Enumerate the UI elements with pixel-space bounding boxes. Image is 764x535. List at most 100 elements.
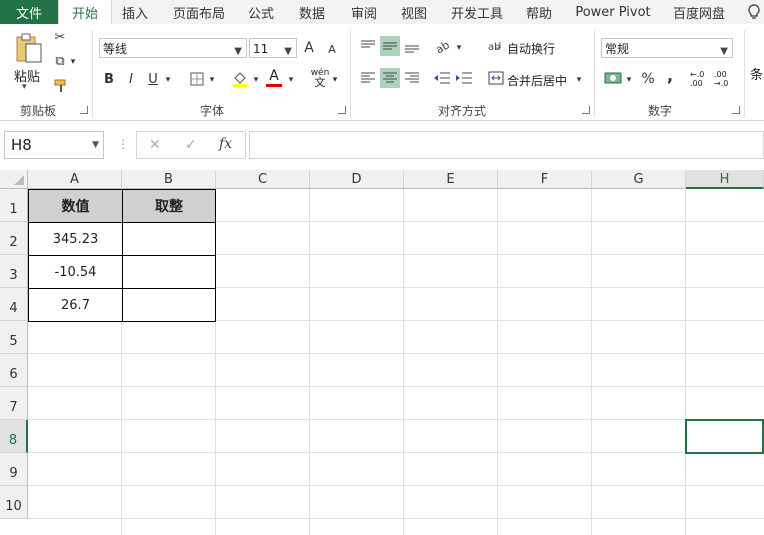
cell-a3[interactable]: -10.54 <box>28 255 123 289</box>
font-launcher-icon[interactable] <box>338 106 346 114</box>
increase-decimal-bottom: .00 <box>690 79 703 88</box>
font-size-value: 11 <box>253 42 269 56</box>
tab-page-layout[interactable]: 页面布局 <box>164 0 234 24</box>
align-top-icon[interactable] <box>358 36 378 56</box>
border-icon[interactable] <box>190 72 204 89</box>
cell-b2[interactable] <box>122 222 216 256</box>
border-dropdown-icon[interactable]: ▾ <box>207 72 217 88</box>
merge-center-icon[interactable] <box>488 70 504 89</box>
chevron-down-icon[interactable]: ▼ <box>234 42 242 62</box>
wrap-text-icon[interactable]: ab <box>488 38 504 57</box>
comma-button[interactable]: , <box>664 68 676 84</box>
cell-a4[interactable]: 26.7 <box>28 288 123 322</box>
svg-text:ab: ab <box>434 38 452 54</box>
grid-row-line <box>28 518 764 519</box>
tab-power-pivot[interactable]: Power Pivot <box>570 0 656 24</box>
bold-button[interactable]: B <box>102 72 116 88</box>
font-name-value: 等线 <box>103 42 128 56</box>
tab-developer[interactable]: 开发工具 <box>444 0 510 24</box>
conditional-format-button[interactable]: 条 <box>750 64 763 83</box>
tab-baidu-netdisk[interactable]: 百度网盘 <box>664 0 734 24</box>
number-group-label: 数字 <box>648 104 673 118</box>
align-left-icon[interactable] <box>358 68 378 88</box>
paste-dropdown-icon[interactable]: ▾ <box>22 82 27 92</box>
cell-b1[interactable]: 取整 <box>122 189 216 223</box>
number-format-value: 常规 <box>605 42 630 56</box>
active-cell-h8[interactable] <box>685 419 764 454</box>
grid-column-line <box>497 189 498 535</box>
decrease-decimal-icon[interactable]: .00 →.0 <box>714 70 736 88</box>
ribbon-divider <box>744 30 745 118</box>
underline-button[interactable]: U <box>146 72 160 88</box>
tab-view[interactable]: 视图 <box>392 0 436 24</box>
tab-formulas[interactable]: 公式 <box>240 0 282 24</box>
grid-row-line <box>28 386 764 387</box>
grid-row-line <box>28 485 764 486</box>
fill-dropdown-icon[interactable]: ▾ <box>251 72 261 88</box>
paste-button[interactable]: 粘贴 <box>14 66 40 85</box>
grid-column-line <box>685 189 686 535</box>
grid-row-line <box>28 419 764 420</box>
font-size-combo[interactable]: 11 ▼ <box>249 38 297 58</box>
align-bottom-icon[interactable] <box>402 36 422 56</box>
tab-insert[interactable]: 插入 <box>112 0 158 24</box>
tab-review[interactable]: 审阅 <box>342 0 386 24</box>
phonetic-icon[interactable]: wén 文 <box>310 68 330 88</box>
enter-icon[interactable]: ✓ <box>185 137 197 153</box>
number-launcher-icon[interactable] <box>732 106 740 114</box>
formula-input[interactable] <box>249 131 764 159</box>
font-name-combo[interactable]: 等线 ▼ <box>99 38 247 58</box>
merge-dropdown-icon[interactable]: ▾ <box>574 72 584 88</box>
cell-a1[interactable]: 数值 <box>28 189 123 223</box>
orientation-dropdown-icon[interactable]: ▾ <box>454 40 464 56</box>
currency-dropdown-icon[interactable]: ▾ <box>624 72 634 88</box>
ribbon: 粘贴 ▾ ✂ ⧉ ▾ 剪贴板 等线 ▼ 11 ▼ A A B I U ▾ ▾ ▾… <box>0 24 764 121</box>
align-middle-icon[interactable] <box>380 36 400 56</box>
tab-data[interactable]: 数据 <box>290 0 334 24</box>
cut-icon[interactable]: ✂ <box>52 30 68 46</box>
cell-a2[interactable]: 345.23 <box>28 222 123 256</box>
cell-b4[interactable] <box>122 288 216 322</box>
copy-icon[interactable]: ⧉ <box>52 54 68 70</box>
ribbon-tab-bar: 文件 开始 插入 页面布局 公式 数据 审阅 视图 开发工具 帮助 Power … <box>0 0 764 25</box>
cancel-icon[interactable]: ✕ <box>149 137 161 153</box>
paste-icon[interactable] <box>14 32 44 64</box>
phonetic-dropdown-icon[interactable]: ▾ <box>330 72 340 88</box>
font-color-dropdown-icon[interactable]: ▾ <box>286 72 296 88</box>
lightbulb-icon[interactable] <box>744 0 764 24</box>
font-color-icon[interactable]: A <box>266 68 282 87</box>
decrease-indent-icon[interactable] <box>432 68 452 88</box>
more-options-icon[interactable]: ⋮ <box>117 138 129 150</box>
currency-icon[interactable] <box>604 70 624 89</box>
shrink-font-icon[interactable]: A <box>326 42 338 58</box>
chevron-down-icon[interactable]: ▼ <box>720 42 728 62</box>
wrap-text-button[interactable]: 自动换行 <box>507 40 555 57</box>
chevron-down-icon[interactable]: ▼ <box>92 132 99 158</box>
chevron-down-icon[interactable]: ▼ <box>284 42 292 62</box>
ribbon-divider <box>594 30 595 118</box>
format-painter-icon[interactable] <box>53 78 69 97</box>
insert-function-icon[interactable]: fx <box>219 136 232 152</box>
alignment-launcher-icon[interactable] <box>582 106 590 114</box>
percent-button[interactable]: % <box>640 71 656 87</box>
clipboard-launcher-icon[interactable] <box>80 106 88 114</box>
italic-button[interactable]: I <box>124 72 138 88</box>
increase-decimal-icon[interactable]: ←.0 .00 <box>690 70 712 88</box>
tab-home[interactable]: 开始 <box>58 0 112 25</box>
grow-font-icon[interactable]: A <box>302 40 316 56</box>
increase-indent-icon[interactable] <box>454 68 474 88</box>
grid-row-line <box>28 452 764 453</box>
tab-help[interactable]: 帮助 <box>516 0 562 24</box>
orientation-icon[interactable]: ab <box>433 38 452 57</box>
name-box[interactable]: H8 ▼ <box>4 131 104 159</box>
cell-b3[interactable] <box>122 255 216 289</box>
tab-file[interactable]: 文件 <box>0 0 58 24</box>
copy-dropdown-icon[interactable]: ▾ <box>68 54 78 70</box>
align-right-icon[interactable] <box>402 68 422 88</box>
number-format-combo[interactable]: 常规 ▼ <box>601 38 733 58</box>
underline-dropdown-icon[interactable]: ▾ <box>163 72 173 88</box>
decrease-decimal-top: .00 <box>714 70 727 79</box>
align-center-icon[interactable] <box>380 68 400 88</box>
merge-center-button[interactable]: 合并后居中 <box>507 72 567 89</box>
fill-color-icon[interactable] <box>232 70 248 91</box>
